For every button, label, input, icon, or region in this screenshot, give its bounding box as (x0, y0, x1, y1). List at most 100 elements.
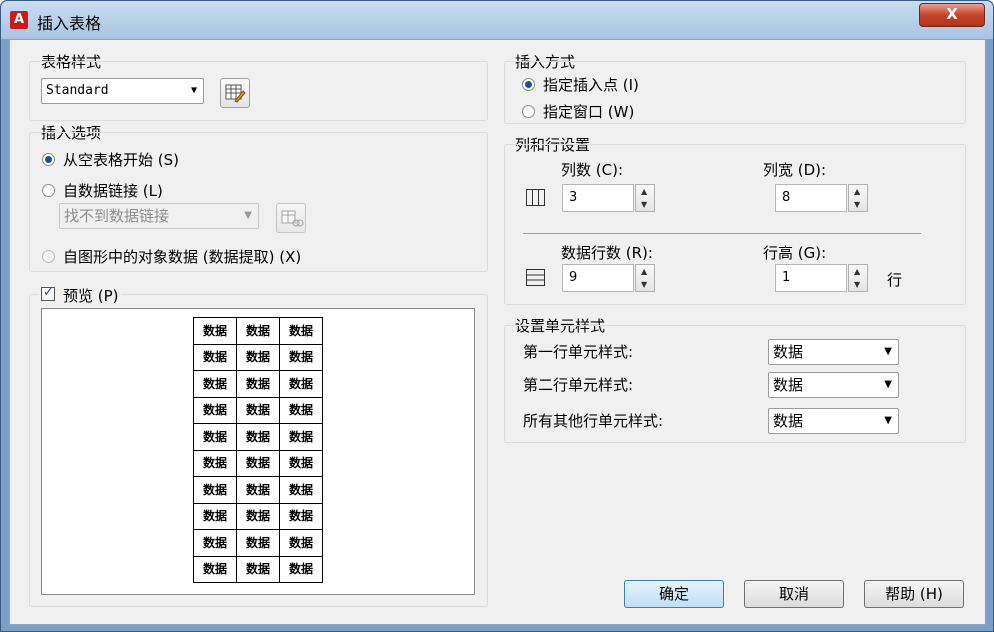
table-style-value: Standard (46, 83, 109, 98)
column-width-input[interactable]: 8 (775, 184, 847, 212)
chevron-down-icon: ▼ (884, 415, 892, 426)
from-drawing-data-label: 自图形中的对象数据 (数据提取) (X) (63, 248, 302, 266)
cancel-button[interactable]: 取消 (744, 580, 844, 608)
preview-table: 数据 数据 数据 数据 数据 数据 数据 数据 数据 数据 数据 数据 数据 数据 数据 数据 数据 数据 数据 数据… (193, 317, 323, 583)
data-rows-input[interactable]: 9 (562, 264, 634, 292)
data-link-icon (281, 210, 304, 227)
preview-table-cell: 数据 (236, 476, 280, 504)
from-data-link-label: 自数据链接 (L) (63, 182, 163, 200)
preview-table-cell: 数据 (236, 370, 280, 398)
preview-checkbox[interactable] (41, 285, 55, 301)
preview-table-row: 数据 数据 数据 (193, 555, 323, 583)
from-empty-table-label: 从空表格开始 (S) (63, 151, 179, 169)
preview-table-row: 数据 数据 数据 (193, 476, 323, 504)
second-row-style-value: 数据 (773, 376, 804, 394)
preview-table-cell: 数据 (279, 449, 323, 477)
first-row-style-value: 数据 (773, 343, 804, 361)
data-link-value: 找不到数据链接 (64, 207, 170, 225)
preview-table-cell: 数据 (236, 449, 280, 477)
first-row-style-label: 第一行单元样式: (523, 343, 634, 361)
columns-input[interactable]: 3 (562, 184, 634, 212)
preview-table-row: 数据 数据 数据 (193, 396, 323, 424)
arrow-down-icon: ▼ (854, 200, 861, 209)
arrow-down-icon: ▼ (641, 280, 648, 289)
arrow-up-icon: ▲ (641, 267, 648, 276)
other-rows-style-combo[interactable]: 数据 ▼ (768, 408, 899, 434)
preview-table-cell: 数据 (279, 555, 323, 583)
rows-icon (526, 269, 545, 286)
preview-table-cell: 数据 (279, 396, 323, 424)
preview-table-cell: 数据 (193, 396, 237, 424)
data-rows-label: 数据行数 (R): (561, 244, 653, 262)
table-edit-icon (225, 84, 246, 103)
preview-table-cell: 数据 (193, 529, 237, 557)
chevron-down-icon: ▼ (244, 210, 252, 221)
preview-table-row: 数据 数据 数据 (193, 317, 323, 345)
arrow-up-icon: ▲ (854, 187, 861, 196)
ok-button[interactable]: 确定 (624, 580, 724, 608)
row-height-spinner[interactable]: ▲ ▼ (848, 264, 868, 292)
columns-spinner[interactable]: ▲ ▼ (635, 184, 655, 212)
title-bar: A 插入表格 X (1, 1, 993, 39)
insert-table-dialog: A 插入表格 X 表格样式 Standard ▼ 插入选项 从空表格开始 (S)… (0, 0, 994, 632)
from-data-link-radio[interactable] (42, 184, 55, 197)
arrow-up-icon: ▲ (641, 187, 648, 196)
preview-table-row: 数据 数据 数据 (193, 502, 323, 530)
preview-table-cell: 数据 (193, 317, 237, 345)
preview-table-row: 数据 数据 数据 (193, 423, 323, 451)
preview-table-cell: 数据 (193, 370, 237, 398)
preview-table-cell: 数据 (236, 343, 280, 371)
arrow-down-icon: ▼ (641, 200, 648, 209)
columns-label: 列数 (C): (561, 161, 623, 179)
preview-table-cell: 数据 (279, 502, 323, 530)
preview-table-cell: 数据 (279, 423, 323, 451)
table-style-launcher-button[interactable] (220, 78, 250, 108)
preview-table-cell: 数据 (279, 370, 323, 398)
row-height-input[interactable]: 1 (775, 264, 847, 292)
insert-point-radio[interactable] (522, 78, 535, 91)
window-title: 插入表格 (37, 14, 102, 33)
data-link-manager-button[interactable] (276, 203, 306, 233)
second-row-style-label: 第二行单元样式: (523, 376, 634, 394)
preview-table-cell: 数据 (193, 502, 237, 530)
data-link-combo[interactable]: 找不到数据链接 ▼ (59, 203, 259, 229)
table-style-combo[interactable]: Standard ▼ (41, 78, 204, 104)
row-unit-label: 行 (887, 271, 903, 289)
first-row-style-combo[interactable]: 数据 ▼ (768, 339, 899, 365)
row-height-label: 行高 (G): (763, 244, 827, 262)
help-button[interactable]: 帮助 (H) (864, 580, 964, 608)
other-rows-style-label: 所有其他行单元样式: (523, 412, 664, 430)
arrow-up-icon: ▲ (854, 267, 861, 276)
preview-table-cell: 数据 (279, 317, 323, 345)
preview-table-cell: 数据 (193, 423, 237, 451)
preview-table-cell: 数据 (193, 555, 237, 583)
preview-table-cell: 数据 (193, 449, 237, 477)
close-button[interactable]: X (919, 3, 985, 27)
chevron-down-icon: ▼ (884, 379, 892, 390)
columns-icon (526, 189, 545, 206)
preview-table-row: 数据 数据 数据 (193, 370, 323, 398)
column-width-spinner[interactable]: ▲ ▼ (848, 184, 868, 212)
preview-table-cell: 数据 (236, 555, 280, 583)
arrow-down-icon: ▼ (854, 280, 861, 289)
autocad-logo-icon: A (10, 11, 28, 29)
preview-table-cell: 数据 (193, 476, 237, 504)
chevron-down-icon: ▼ (190, 85, 197, 96)
from-empty-table-radio[interactable] (42, 153, 55, 166)
insert-point-label: 指定插入点 (I) (543, 76, 639, 94)
divider (523, 233, 921, 234)
preview-table-row: 数据 数据 数据 (193, 449, 323, 477)
preview-table-cell: 数据 (236, 396, 280, 424)
preview-table-cell: 数据 (279, 529, 323, 557)
preview-table-cell: 数据 (236, 502, 280, 530)
preview-table-cell: 数据 (193, 343, 237, 371)
insert-window-label: 指定窗口 (W) (543, 103, 635, 121)
insert-window-radio[interactable] (522, 105, 535, 118)
from-drawing-data-radio[interactable] (42, 250, 55, 263)
other-rows-style-value: 数据 (773, 412, 804, 430)
chevron-down-icon: ▼ (884, 346, 892, 357)
data-rows-spinner[interactable]: ▲ ▼ (635, 264, 655, 292)
second-row-style-combo[interactable]: 数据 ▼ (768, 372, 899, 398)
preview-table-cell: 数据 (279, 476, 323, 504)
preview-table-cell: 数据 (236, 529, 280, 557)
